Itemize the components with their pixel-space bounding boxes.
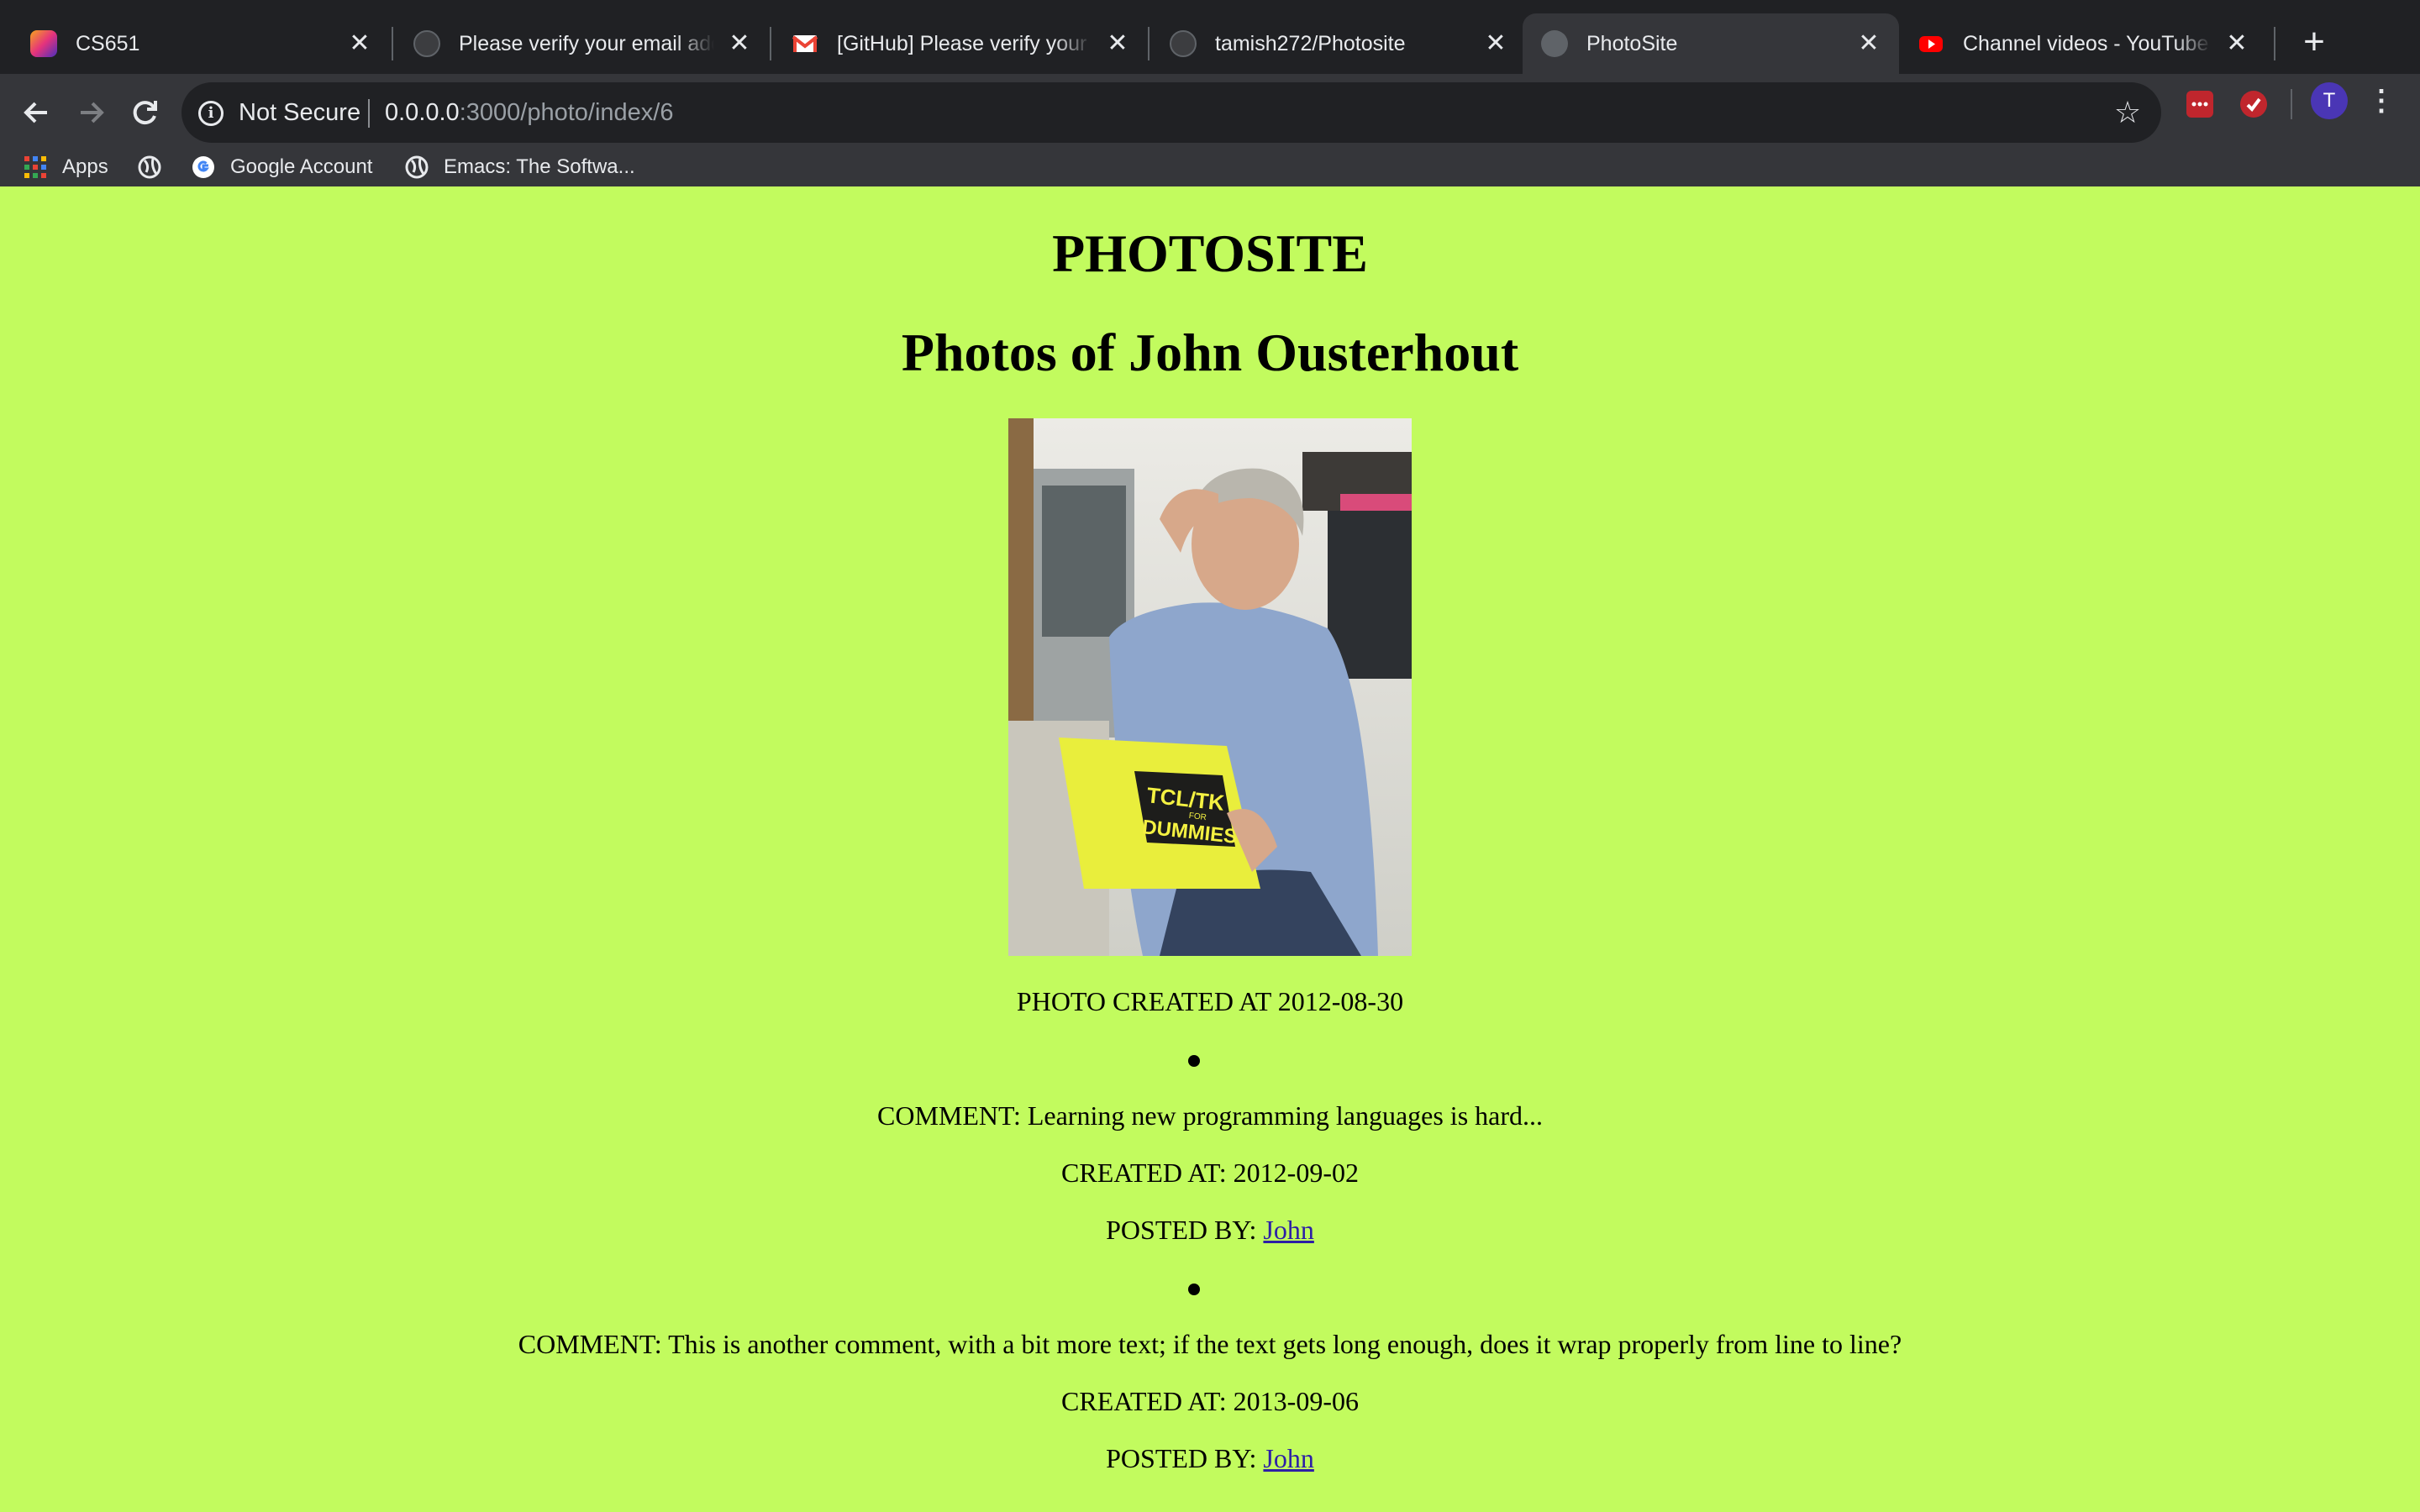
security-label[interactable]: Not Secure [239,82,360,143]
reload-icon [133,101,157,125]
reload-button[interactable] [121,89,168,136]
tab-title: [GitHub] Please verify your email [837,32,1092,55]
extension-lastpass-icon[interactable] [2186,91,2213,118]
browser-toolbar: i Not Secure 0.0.0.0:3000/photo/index/6 … [0,74,2420,151]
comment-text: COMMENT: Learning new programming langua… [876,1100,1543,1131]
forward-arrow-icon [81,102,104,123]
url-path: :3000/photo/index/6 [459,99,674,126]
close-icon[interactable]: ✕ [346,30,373,57]
youtube-icon [1918,30,1944,57]
site-title: PHOTOSITE [1052,223,1368,283]
tab-separator [1148,27,1150,60]
tab-separator [2274,27,2275,60]
tab-strip: CS651 ✕ Please verify your email address… [0,0,2420,74]
comment-bullet [1188,1284,1200,1295]
toolbar-divider [2291,89,2292,119]
comment-author-link[interactable]: John [1263,1215,1313,1245]
url-text[interactable]: 0.0.0.0:3000/photo/index/6 [385,82,673,143]
new-tab-button[interactable]: + [2294,24,2334,64]
page-content: PHOTOSITE Photos of John Ousterhout TCL/… [0,186,2420,1512]
close-icon[interactable]: ✕ [726,30,753,57]
bookmarks-bar: Apps Google Account Emacs: The Softwa... [0,151,2420,186]
comment-text: COMMENT: This is another comment, with a… [518,1329,1902,1359]
bookmark-globe[interactable] [138,151,176,183]
comment-posted-by: POSTED BY: John [0,1213,2420,1247]
globe-icon [138,155,161,179]
tab-title: Channel videos - YouTube Studio [1963,32,2212,55]
comment-bullet [1188,1055,1200,1067]
omnibox-divider [368,99,370,128]
bookmark-label: Google Account [230,155,373,178]
bookmark-emacs[interactable]: Emacs: The Softwa... [405,151,635,183]
tab-cs651[interactable]: CS651 ✕ [12,13,390,74]
close-icon[interactable]: ✕ [1855,30,1882,57]
tab-github-gmail[interactable]: [GitHub] Please verify your email ✕ [773,13,1148,74]
tab-title: tamish272/Photosite [1215,32,1406,55]
profile-avatar[interactable]: T [2311,82,2348,119]
tab-separator [770,27,771,60]
globe-icon [405,155,429,179]
bookmark-google-account[interactable]: Google Account [192,151,372,183]
tab-separator [392,27,393,60]
comment-created-date: CREATED AT: 2013-09-06 [1061,1386,1359,1416]
tab-title: CS651 [76,32,140,55]
url-host: 0.0.0.0 [385,99,460,126]
photo-created-date: PHOTO CREATED AT 2012-08-30 [1016,986,1404,1016]
user-photos-heading: Photos of John Ousterhout [901,323,1519,382]
posted-by-label: POSTED BY: [1106,1443,1264,1473]
github-icon [413,30,440,57]
back-arrow-icon [24,102,47,123]
posted-by-label: POSTED BY: [1106,1215,1264,1245]
leetcode-icon [30,30,57,57]
comment-author-link[interactable]: John [1263,1443,1313,1473]
bookmark-label: Emacs: The Softwa... [444,155,635,178]
comment-posted-by: POSTED BY: John [0,1441,2420,1475]
forward-button[interactable] [67,89,114,136]
tab-verify-email[interactable]: Please verify your email address ✕ [395,13,770,74]
gmail-icon [792,30,818,57]
bookmark-label: Apps [62,155,108,178]
user-photo: TCL/TK FOR DUMMIES [1008,418,1412,956]
tab-youtube-studio[interactable]: Channel videos - YouTube Studio ✕ [1899,13,2267,74]
info-icon[interactable]: i [198,101,224,126]
close-icon[interactable]: ✕ [1482,30,1509,57]
tab-title: PhotoSite [1586,32,1678,55]
globe-icon [1541,30,1568,57]
address-bar[interactable]: i Not Secure 0.0.0.0:3000/photo/index/6 … [182,82,2161,143]
apps-grid-icon [24,155,47,179]
google-icon [192,155,215,179]
back-button[interactable] [13,89,60,136]
comment-created-date: CREATED AT: 2012-09-02 [1061,1158,1359,1188]
bookmark-star-icon[interactable]: ☆ [2107,92,2148,133]
close-icon[interactable]: ✕ [2223,30,2250,57]
tab-title: Please verify your email address [459,32,714,55]
bookmark-apps[interactable]: Apps [24,151,108,183]
close-icon[interactable]: ✕ [1104,30,1131,57]
github-icon [1170,30,1197,57]
tab-photosite-repo[interactable]: tamish272/Photosite ✕ [1151,13,1526,74]
kebab-menu-icon[interactable]: ⋮ [2366,82,2396,119]
tab-photosite[interactable]: PhotoSite ✕ [1523,13,1899,74]
extension-evernote-icon[interactable] [2240,91,2267,118]
